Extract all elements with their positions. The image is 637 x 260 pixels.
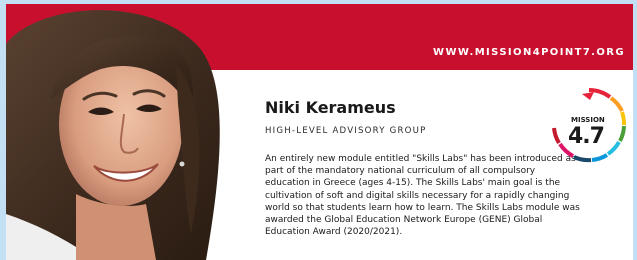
website-url: WWW.MISSION4POINT7.ORG bbox=[433, 47, 625, 58]
profile-card: WWW.MISSION4POINT7.ORG Niki Kerameus HIG… bbox=[6, 4, 633, 260]
bio-paragraph: An entirely new module entitled "Skills … bbox=[265, 154, 580, 238]
person-role: HIGH-LEVEL ADVISORY GROUP bbox=[265, 126, 427, 136]
logo-number: 4.7 bbox=[568, 124, 605, 149]
logo-caption: MISSION bbox=[571, 116, 605, 124]
portrait-photo bbox=[6, 10, 220, 260]
person-name: Niki Kerameus bbox=[265, 98, 396, 117]
